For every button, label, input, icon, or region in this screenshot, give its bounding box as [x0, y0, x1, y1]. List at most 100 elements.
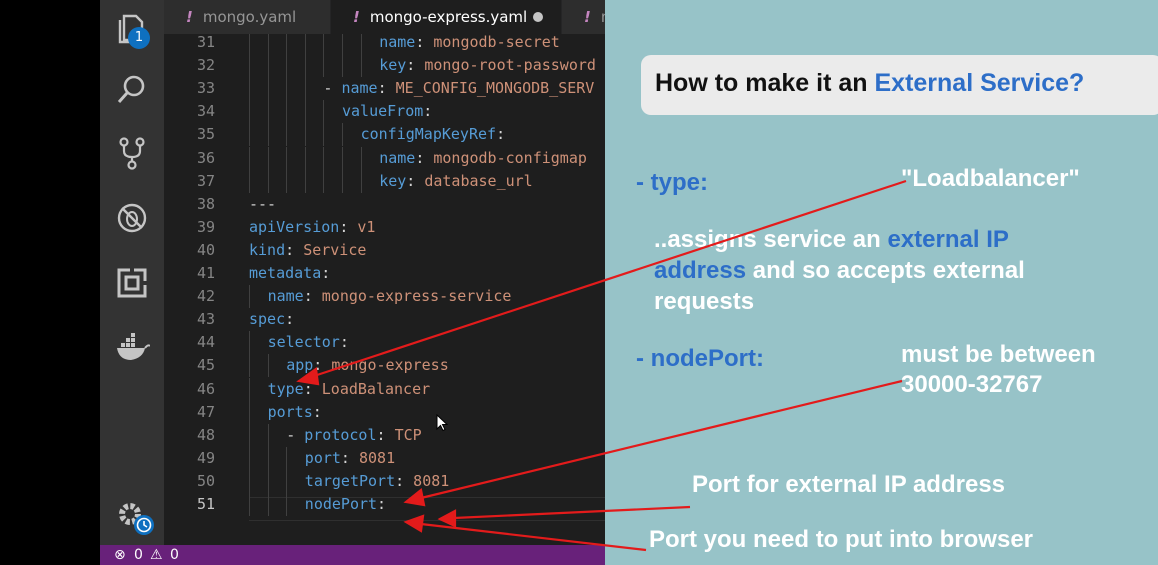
video-letterbox — [0, 0, 100, 565]
warning-icon[interactable]: ⚠ — [150, 545, 163, 565]
yaml-key: port — [304, 448, 341, 467]
indent-guide — [286, 100, 288, 124]
indent-guide — [249, 331, 250, 355]
indent-guide — [304, 100, 306, 124]
indent-guide — [304, 123, 306, 147]
question-highlight: External Service? — [874, 69, 1085, 97]
indent-guide — [323, 169, 325, 193]
yaml-value: mongodb-configmap — [433, 148, 587, 167]
yaml-value: mongo-root-password — [424, 56, 596, 75]
yaml-file-icon: ! — [186, 8, 193, 26]
code-line[interactable]: ports: — [268, 401, 331, 424]
desc-line-3: requests — [654, 288, 755, 315]
line-number: 41 — [196, 264, 215, 282]
code-line[interactable]: valueFrom: — [342, 100, 441, 123]
yaml-value: mongodb-secret — [433, 34, 560, 51]
unsaved-dot-icon — [533, 12, 543, 22]
colon: : — [423, 102, 442, 121]
code-line[interactable]: app: mongo-express — [286, 354, 449, 377]
indent-guide — [323, 54, 325, 78]
colon: : — [340, 448, 359, 467]
colon: : — [496, 125, 515, 144]
code-line[interactable]: - name: ME_CONFIG_MONGODB_SERV — [323, 77, 594, 100]
code-line[interactable]: selector: — [268, 331, 358, 354]
code-line[interactable]: targetPort: 8081 — [305, 470, 450, 493]
indent-guide — [267, 146, 269, 170]
tab-mongo-express-yaml[interactable]: ! mongo-express.yaml — [331, 0, 561, 34]
warning-count: 0 — [170, 547, 179, 563]
code-line[interactable]: configMapKeyRef: — [361, 123, 515, 146]
indent-guide — [286, 446, 288, 470]
tab-overflow[interactable]: !m — [562, 0, 605, 34]
indent-guide — [304, 54, 306, 78]
indent-guide — [267, 354, 269, 378]
code-line[interactable]: - protocol: TCP — [286, 424, 421, 447]
code-line[interactable]: --- — [249, 193, 276, 216]
indent-guide — [286, 146, 288, 170]
desc-line-2: address and so accepts external — [654, 257, 1025, 285]
tab-mongo-yaml[interactable]: ! mongo.yaml — [164, 0, 330, 34]
code-line[interactable]: apiVersion: v1 — [249, 216, 375, 239]
editor-tabs: ! mongo.yaml ! mongo-express.yaml !m — [164, 0, 605, 34]
error-icon[interactable]: ⊗ — [114, 545, 126, 565]
indent-guide — [249, 285, 250, 309]
indent-guide — [267, 77, 269, 101]
line-number: 35 — [196, 125, 215, 144]
indent-guide — [342, 146, 343, 170]
source-control-icon[interactable] — [114, 135, 150, 171]
code-line[interactable]: key: mongo-root-password — [379, 54, 596, 77]
yaml-key: targetPort — [304, 471, 396, 490]
code-line[interactable]: nodePort: — [305, 493, 395, 516]
indent-guide — [267, 493, 269, 517]
indent-guide — [323, 100, 325, 124]
code-line[interactable]: key: database_url — [379, 170, 533, 193]
code-line[interactable]: kind: Service — [249, 239, 366, 262]
line-number: 36 — [196, 148, 215, 167]
docker-icon[interactable] — [114, 330, 151, 366]
code-line[interactable]: name: mongodb-secret — [379, 34, 560, 54]
colon: : — [395, 471, 414, 490]
tab-label: mongo.yaml — [202, 8, 297, 26]
indent-guide — [249, 469, 250, 493]
code-line[interactable]: metadata: — [249, 262, 339, 285]
indent-guide — [249, 54, 250, 78]
yaml-key: name — [267, 287, 304, 306]
line-number: 47 — [196, 402, 215, 421]
code-line[interactable]: name: mongodb-configmap — [379, 147, 587, 170]
yaml-key: app — [286, 356, 314, 375]
colon: : — [321, 264, 340, 282]
code-line[interactable]: name: mongo-express-service — [268, 285, 512, 308]
code-line[interactable]: type: LoadBalancer — [268, 378, 431, 401]
colon: : — [313, 356, 332, 375]
indent-guide — [249, 354, 250, 378]
indent-guide — [304, 169, 306, 193]
indent-guide — [249, 100, 250, 124]
line-number: 50 — [196, 471, 215, 490]
yaml-key: kind — [249, 240, 286, 259]
indent-guide — [249, 123, 250, 147]
indent-guide — [304, 146, 306, 170]
yaml-value: ME_CONFIG_MONGODB_SERV — [395, 79, 595, 98]
yaml-value: v1 — [357, 217, 376, 236]
indent-guide — [323, 123, 325, 147]
line-number: 42 — [196, 287, 215, 306]
code-line[interactable]: port: 8081 — [305, 447, 395, 470]
search-icon[interactable] — [114, 72, 150, 108]
indent-guide — [360, 146, 362, 170]
colon: : — [285, 310, 304, 329]
indent-guide — [249, 446, 250, 470]
debug-icon[interactable] — [114, 200, 150, 236]
indent-guide — [249, 34, 250, 55]
code-editor[interactable]: 31 name: mongodb-secret 32 key: mongo-root-… — [164, 34, 605, 545]
extensions-icon[interactable] — [114, 265, 150, 301]
indent-guide — [267, 54, 269, 78]
yaml-value: database_url — [424, 171, 533, 190]
colon: : — [415, 148, 434, 167]
code-line[interactable]: spec: — [249, 308, 303, 331]
yaml-value: mongo-express-service — [321, 287, 512, 306]
yaml-key: name — [341, 79, 378, 98]
type-value: "Loadbalancer" — [901, 165, 1080, 192]
indent-guide — [267, 169, 269, 193]
yaml-file-icon: ! — [584, 8, 591, 26]
error-count: 0 — [134, 547, 143, 563]
